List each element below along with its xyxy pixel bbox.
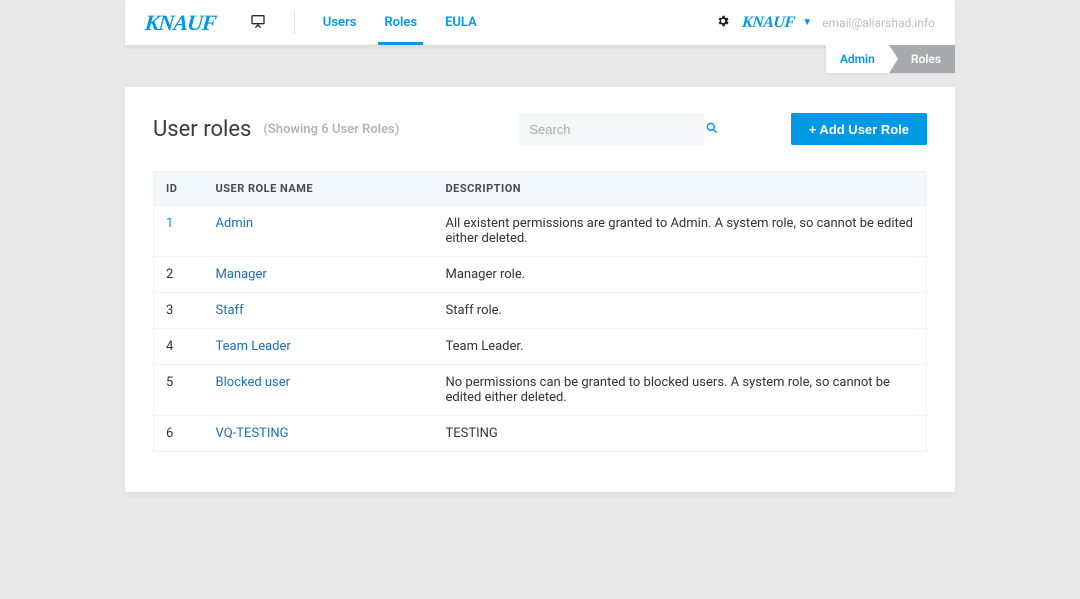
gear-icon[interactable] — [716, 13, 730, 32]
cell-id: 2 — [154, 257, 204, 293]
page-subtitle: (Showing 6 User Roles) — [263, 122, 399, 137]
table-row[interactable]: 4 Team Leader Team Leader. — [154, 329, 927, 365]
cell-desc: Manager role. — [434, 257, 927, 293]
search-box[interactable] — [519, 113, 704, 145]
cell-desc: Staff role. — [434, 293, 927, 329]
user-email[interactable]: email@aliarshad.info — [822, 16, 935, 30]
table-row[interactable]: 6 VQ-TESTING TESTING — [154, 416, 927, 452]
nav-eula[interactable]: EULA — [445, 2, 477, 43]
role-link[interactable]: VQ-TESTING — [216, 426, 289, 441]
role-link[interactable]: Blocked user — [216, 375, 291, 390]
cell-desc: No permissions can be granted to blocked… — [434, 365, 927, 416]
panel-header: User roles (Showing 6 User Roles) + Add … — [153, 113, 927, 145]
cell-id: 5 — [154, 365, 204, 416]
cell-desc: Team Leader. — [434, 329, 927, 365]
roles-table: ID USER ROLE NAME DESCRIPTION 1 Admin Al… — [153, 171, 927, 452]
table-header-row: ID USER ROLE NAME DESCRIPTION — [154, 172, 927, 206]
col-name: USER ROLE NAME — [204, 172, 434, 206]
cell-desc: TESTING — [434, 416, 927, 452]
role-link[interactable]: Admin — [216, 216, 254, 231]
content-panel: User roles (Showing 6 User Roles) + Add … — [125, 87, 955, 492]
cell-id: 3 — [154, 293, 204, 329]
breadcrumb-admin[interactable]: Admin — [826, 45, 889, 73]
cell-id: 4 — [154, 329, 204, 365]
cell-id: 1 — [154, 206, 204, 257]
search-icon[interactable] — [705, 120, 719, 139]
nav-users[interactable]: Users — [323, 2, 357, 43]
top-bar: KNAUF Users Roles EULA KNAUF ▼ email@ali… — [125, 0, 955, 45]
role-link[interactable]: Manager — [216, 267, 267, 282]
page-title: User roles — [153, 117, 251, 142]
cell-desc: All existent permissions are granted to … — [434, 206, 927, 257]
role-link[interactable]: Team Leader — [216, 339, 291, 354]
brand-logo-small[interactable]: KNAUF — [741, 14, 795, 32]
breadcrumb-roles: Roles — [889, 45, 955, 73]
table-row[interactable]: 2 Manager Manager role. — [154, 257, 927, 293]
chevron-down-icon[interactable]: ▼ — [802, 17, 812, 28]
table-row[interactable]: 3 Staff Staff role. — [154, 293, 927, 329]
cell-id: 6 — [154, 416, 204, 452]
nav-roles[interactable]: Roles — [384, 2, 417, 43]
table-row[interactable]: 1 Admin All existent permissions are gra… — [154, 206, 927, 257]
col-desc: DESCRIPTION — [434, 172, 927, 206]
breadcrumb: Admin Roles — [125, 45, 955, 73]
role-link[interactable]: Staff — [216, 303, 244, 318]
col-id: ID — [154, 172, 204, 206]
presentation-icon[interactable] — [250, 13, 266, 33]
main-nav: Users Roles EULA — [323, 2, 477, 43]
table-row[interactable]: 5 Blocked user No permissions can be gra… — [154, 365, 927, 416]
divider — [294, 12, 295, 34]
brand-logo: KNAUF — [144, 12, 217, 34]
search-input[interactable] — [529, 122, 705, 137]
add-user-role-button[interactable]: + Add User Role — [791, 113, 927, 145]
